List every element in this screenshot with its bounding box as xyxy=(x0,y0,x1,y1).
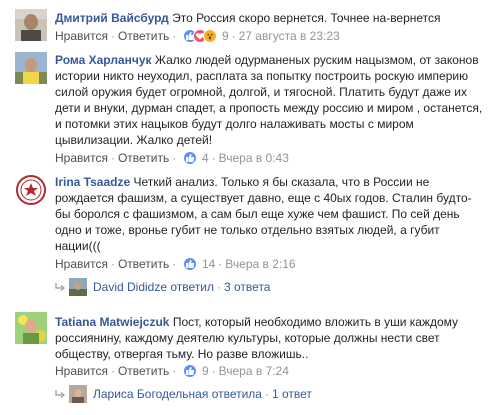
avatar[interactable] xyxy=(15,174,47,206)
reaction-count[interactable]: 4 xyxy=(200,151,209,165)
replies-count[interactable]: 1 ответ xyxy=(272,387,312,401)
reply-link[interactable]: Ответить xyxy=(118,364,169,378)
reply-link[interactable]: Ответить xyxy=(118,29,169,43)
comment-author[interactable]: Tatiana Matwiejczuk xyxy=(55,315,169,329)
comment-author[interactable]: Irina Tsaadze xyxy=(55,175,130,189)
avatar[interactable] xyxy=(15,52,47,84)
comment-text-line: обществу, отвергая тьму. Но разве вложиш… xyxy=(55,347,309,361)
reply-link[interactable]: Ответить xyxy=(118,257,169,271)
comment-text-line: истории никто неуходил, расплата за попы… xyxy=(55,69,469,83)
like-link[interactable]: Нравится xyxy=(55,257,108,271)
comment-text-line: силой оружия будет огромной, долгой, и т… xyxy=(55,85,467,99)
reply-link[interactable]: Ответить xyxy=(118,151,169,165)
reply-author[interactable]: David Dididze xyxy=(93,280,167,294)
avatar[interactable] xyxy=(69,278,87,296)
comment-text-line: и потомки этих нацыков будут долго налаж… xyxy=(55,117,414,131)
comment-text-line: Пост, который необходимо вложить в уши к… xyxy=(172,315,459,329)
timestamp[interactable]: Вчера в 2:16 xyxy=(225,257,295,271)
reply-author[interactable]: Лариса Богодельная xyxy=(93,387,208,401)
reply-verb: ответил xyxy=(170,280,215,294)
avatar[interactable] xyxy=(15,9,47,41)
comment-text-line: нации((( xyxy=(55,239,101,253)
timestamp[interactable]: Вчера в 7:24 xyxy=(219,364,289,378)
thumbs-up-icon[interactable] xyxy=(182,151,197,165)
avatar[interactable] xyxy=(15,312,47,344)
like-link[interactable]: Нравится xyxy=(55,151,108,165)
like-link[interactable]: Нравится xyxy=(55,364,108,378)
replies-count[interactable]: 3 ответа xyxy=(224,280,270,294)
comment-author[interactable]: Рома Харланчук xyxy=(55,53,152,67)
reply-verb: ответила xyxy=(211,387,262,401)
comment-text-line: дети и внуки, дурман спадет, а пропость … xyxy=(55,101,483,115)
view-replies-link[interactable]: Лариса Богодельная ответила · 1 ответ xyxy=(55,385,312,403)
comment-text-line: цывилизации. Жалко детей! xyxy=(55,133,213,147)
comment-text-line: Это Россия скоро вернется. Точнее на-вер… xyxy=(172,11,441,25)
comment-text-line: одно и тоже, вроньe губит не только отде… xyxy=(55,223,440,237)
reaction-count[interactable]: 14 xyxy=(200,257,215,271)
wow-icon[interactable] xyxy=(202,29,217,43)
comment-text-line: россиянину, каждому деятелю культуры, ко… xyxy=(55,331,440,345)
comment-text-line: Четкий анализ. Только я бы сказала, что … xyxy=(133,175,430,189)
comment-text-line: бы боролся с фашизмом, а сам был еще хуж… xyxy=(55,207,460,221)
timestamp[interactable]: 27 августа в 23:23 xyxy=(239,29,340,43)
view-replies-link[interactable]: David Dididze ответил · 3 ответа xyxy=(55,278,270,296)
thumbs-up-icon[interactable] xyxy=(182,364,197,378)
comment-text-line: Жалко людей одурманеных руским нацызмом,… xyxy=(154,53,479,67)
reaction-count[interactable]: 9 xyxy=(220,29,229,43)
thumbs-up-icon[interactable] xyxy=(182,257,197,271)
reaction-count[interactable]: 9 xyxy=(200,364,209,378)
reply-arrow-icon xyxy=(55,278,69,296)
comment-text-line: рождается фашизм, а существует давно, ещ… xyxy=(55,191,472,205)
timestamp[interactable]: Вчера в 0:43 xyxy=(219,151,289,165)
reply-arrow-icon xyxy=(55,385,69,403)
comment-author[interactable]: Дмитрий Вайсбурд xyxy=(55,11,169,25)
avatar[interactable] xyxy=(69,385,87,403)
like-link[interactable]: Нравится xyxy=(55,29,108,43)
